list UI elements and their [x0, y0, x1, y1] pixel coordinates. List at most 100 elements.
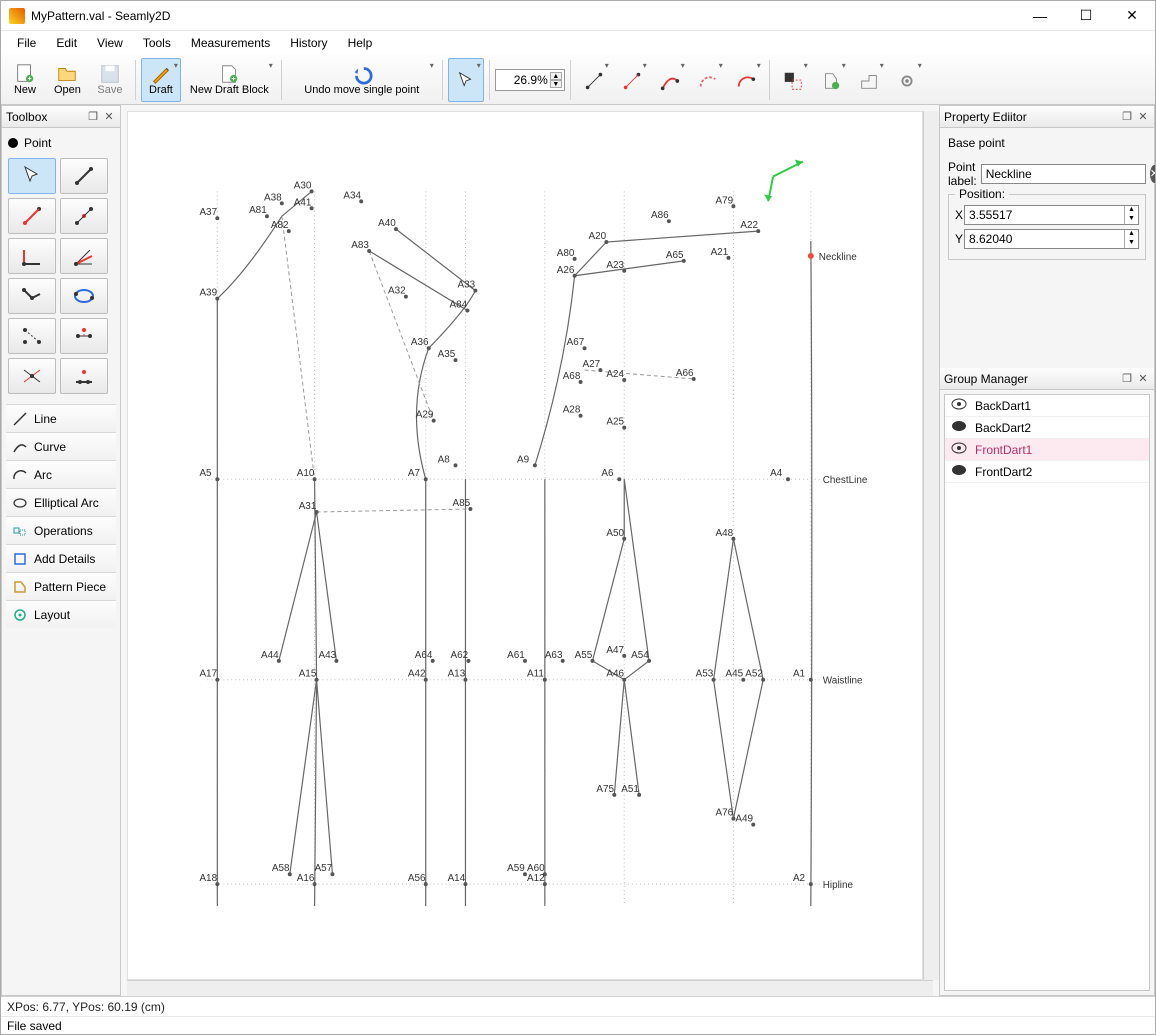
new-draft-block-button[interactable]: ▾New Draft Block — [183, 58, 276, 102]
point-icon — [8, 138, 18, 148]
cat-line[interactable]: Line — [6, 404, 116, 432]
svg-text:A18: A18 — [199, 873, 217, 884]
dock-float-icon[interactable]: ❐ — [86, 110, 100, 124]
cat-arc[interactable]: Arc — [6, 460, 116, 488]
group-item[interactable]: FrontDart1 — [945, 439, 1149, 461]
arc-tool-1[interactable]: ▾ — [690, 58, 726, 102]
tool-shoulder[interactable] — [8, 278, 56, 314]
point-label-input[interactable] — [981, 164, 1146, 184]
svg-text:A15: A15 — [299, 669, 317, 680]
horizontal-scrollbar[interactable] — [127, 980, 933, 996]
tool-normal[interactable] — [60, 358, 108, 394]
minimize-button[interactable]: — — [1017, 1, 1063, 31]
menu-file[interactable]: File — [7, 33, 46, 53]
cat-layout[interactable]: Layout — [6, 600, 116, 628]
piece-tool[interactable]: ▾ — [851, 58, 887, 102]
tool-point-along[interactable] — [8, 198, 56, 234]
toolbox-title: Toolbox — [6, 110, 47, 124]
vertical-scrollbar[interactable] — [923, 111, 939, 980]
main-toolbar: New Open Save ▾Draft ▾New Draft Block ▾U… — [1, 55, 1155, 105]
svg-text:A83: A83 — [351, 240, 369, 251]
tool-xy[interactable] — [60, 318, 108, 354]
drawing-canvas[interactable]: ChestLineWaistlineHiplineNecklineA37A39A… — [127, 111, 923, 980]
svg-text:A49: A49 — [735, 814, 753, 825]
tool-pointer[interactable] — [8, 158, 56, 194]
svg-text:A38: A38 — [264, 192, 282, 203]
curve-tool-1[interactable]: ▾ — [652, 58, 688, 102]
arc-tool-2[interactable]: ▾ — [728, 58, 764, 102]
svg-text:A22: A22 — [740, 220, 758, 231]
group-item[interactable]: BackDart2 — [945, 417, 1149, 439]
group-name: FrontDart1 — [975, 443, 1032, 457]
visibility-icon[interactable] — [951, 464, 967, 479]
open-button[interactable]: Open — [47, 58, 88, 102]
groupmgr-header[interactable]: Group Manager ❐ ✕ — [940, 368, 1154, 390]
property-title: Property Ediitor — [944, 110, 1027, 124]
property-header[interactable]: Property Ediitor ❐ ✕ — [940, 106, 1154, 128]
toolbox-section-header[interactable]: Point — [6, 132, 116, 154]
gm-close-icon[interactable]: ✕ — [1136, 372, 1150, 386]
clear-label-icon[interactable]: ✕ — [1150, 165, 1155, 183]
zoom-down[interactable]: ▼ — [550, 80, 562, 88]
cat-pattern-piece[interactable]: Pattern Piece — [6, 572, 116, 600]
svg-text:A12: A12 — [527, 873, 545, 884]
cat-operations[interactable]: Operations — [6, 516, 116, 544]
toolbox-header[interactable]: Toolbox ❐ ✕ — [2, 106, 120, 128]
menu-view[interactable]: View — [87, 33, 133, 53]
zoom-box[interactable]: ▲▼ — [495, 69, 565, 91]
new-button[interactable]: New — [5, 58, 45, 102]
cat-elliptical[interactable]: Elliptical Arc — [6, 488, 116, 516]
tool-perp[interactable] — [8, 238, 56, 274]
settings-tool[interactable]: ▾ — [889, 58, 925, 102]
menu-help[interactable]: Help — [338, 33, 383, 53]
line-tool-2[interactable]: ▾ — [614, 58, 650, 102]
draft-mode-button[interactable]: ▾Draft — [141, 58, 181, 102]
y-input[interactable] — [969, 232, 1124, 246]
visibility-icon[interactable] — [951, 442, 967, 457]
visibility-icon[interactable] — [951, 398, 967, 413]
tool-point-end[interactable] — [60, 158, 108, 194]
menu-tools[interactable]: Tools — [133, 33, 181, 53]
group-item[interactable]: FrontDart2 — [945, 461, 1149, 483]
gm-float-icon[interactable]: ❐ — [1120, 372, 1134, 386]
cat-details[interactable]: Add Details — [6, 544, 116, 572]
prop-close-icon[interactable]: ✕ — [1136, 110, 1150, 124]
menu-history[interactable]: History — [280, 33, 337, 53]
menu-edit[interactable]: Edit — [46, 33, 87, 53]
maximize-button[interactable]: ☐ — [1063, 1, 1109, 31]
tool-triangle[interactable] — [8, 318, 56, 354]
undo-button[interactable]: ▾Undo move single point — [287, 58, 437, 102]
svg-text:A28: A28 — [563, 405, 581, 416]
detail-tool[interactable]: ▾ — [813, 58, 849, 102]
pointer-tool-button[interactable]: ▾ — [448, 58, 484, 102]
prop-float-icon[interactable]: ❐ — [1120, 110, 1134, 124]
svg-text:A23: A23 — [606, 260, 624, 271]
svg-text:A7: A7 — [408, 468, 421, 479]
group-tool[interactable]: ▾ — [775, 58, 811, 102]
zoom-input[interactable] — [498, 73, 548, 87]
group-item[interactable]: BackDart1 — [945, 395, 1149, 417]
tool-midpoint[interactable] — [60, 198, 108, 234]
x-input[interactable] — [969, 208, 1124, 222]
line-tool-1[interactable]: ▾ — [576, 58, 612, 102]
tool-bisector[interactable] — [60, 238, 108, 274]
menu-measurements[interactable]: Measurements — [181, 33, 280, 53]
svg-text:A76: A76 — [716, 808, 734, 819]
svg-text:A11: A11 — [527, 669, 544, 680]
zoom-up[interactable]: ▲ — [550, 72, 562, 80]
close-button[interactable]: ✕ — [1109, 1, 1155, 31]
save-button[interactable]: Save — [90, 58, 130, 102]
svg-text:A5: A5 — [199, 468, 212, 479]
tool-intersect-lines[interactable] — [8, 358, 56, 394]
tool-intersect-curve[interactable] — [60, 278, 108, 314]
group-name: FrontDart2 — [975, 465, 1032, 479]
dock-close-icon[interactable]: ✕ — [102, 110, 116, 124]
svg-text:A58: A58 — [272, 863, 290, 874]
svg-text:A62: A62 — [451, 650, 469, 661]
svg-text:A56: A56 — [408, 873, 426, 884]
app-icon — [9, 8, 25, 24]
group-list[interactable]: BackDart1BackDart2 FrontDart1 FrontDart2 — [944, 394, 1150, 991]
visibility-icon[interactable] — [951, 420, 967, 435]
cat-curve[interactable]: Curve — [6, 432, 116, 460]
pattern-svg: ChestLineWaistlineHiplineNecklineA37A39A… — [128, 112, 922, 975]
